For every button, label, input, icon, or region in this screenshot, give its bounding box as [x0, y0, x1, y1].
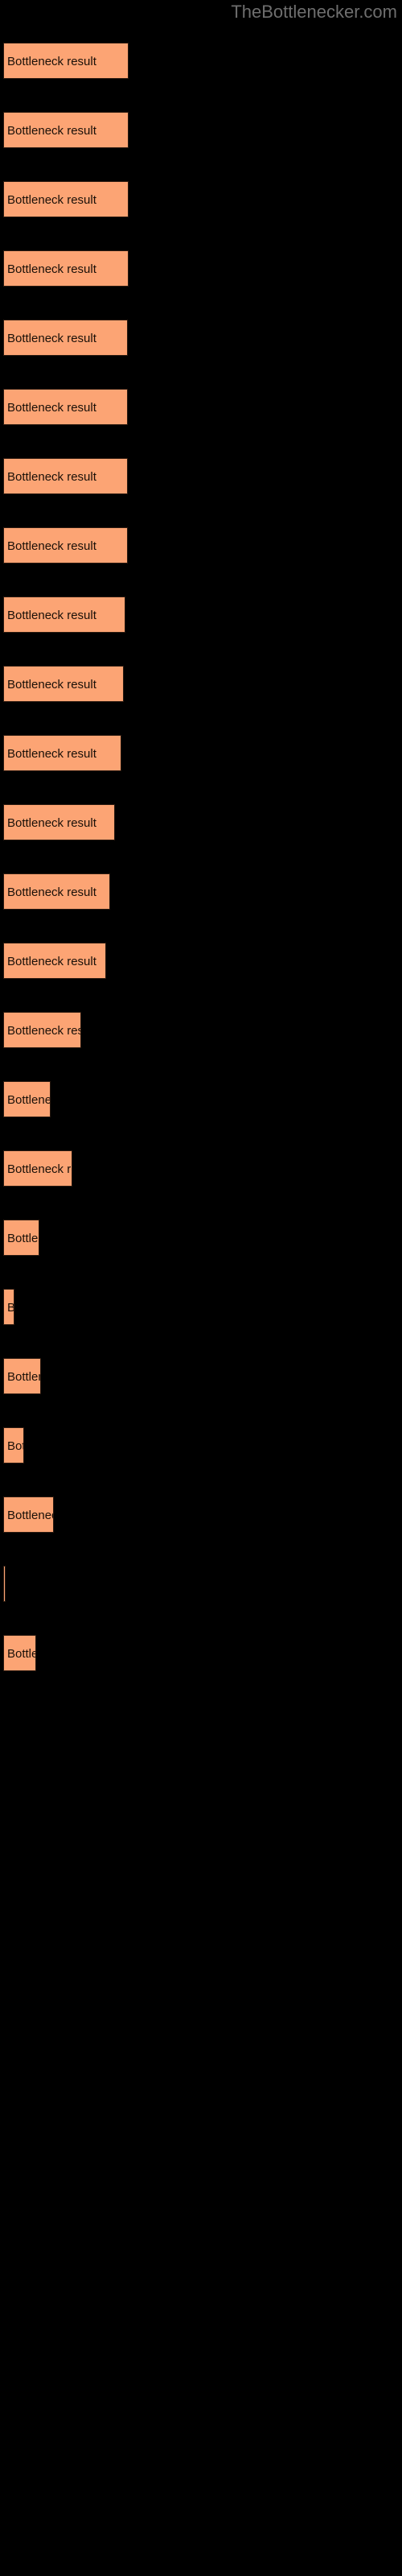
- bar-row: Bottleneck result: [3, 181, 129, 217]
- bar-label: Bottleneck result: [7, 678, 96, 691]
- bar-3[interactable]: Bottleneck result: [3, 181, 129, 217]
- bar-label: Bottleneck result: [7, 886, 96, 899]
- bar-18[interactable]: Bottleneck result: [3, 1220, 39, 1256]
- bar-row: Bottleneck result: [3, 112, 129, 148]
- bar-22[interactable]: Bottleneck result: [3, 1496, 54, 1533]
- bar-19[interactable]: Bottleneck result: [3, 1289, 14, 1325]
- bar-row: Bottleneck result: [3, 873, 110, 910]
- bar-label: Bottleneck result: [7, 1290, 14, 1324]
- bar-row: Bottleneck result: [3, 1081, 51, 1117]
- bottleneck-bar-chart: Bottleneck result Bottleneck result Bottle…: [0, 0, 402, 2576]
- bar-row: Bottleneck result: [3, 943, 106, 979]
- bar-2[interactable]: Bottleneck result: [3, 112, 129, 148]
- bar-row: Bottleneck result: [3, 597, 125, 633]
- bar-4[interactable]: Bottleneck result: [3, 250, 129, 287]
- bar-row: Bottleneck result: [3, 458, 128, 494]
- bar-9[interactable]: Bottleneck result: [3, 597, 125, 633]
- bar-13[interactable]: Bottleneck result: [3, 873, 110, 910]
- bar-21[interactable]: Bottleneck result: [3, 1427, 24, 1463]
- bar-label: Bottleneck result: [7, 609, 96, 622]
- bar-label: Bottleneck result: [7, 1232, 39, 1245]
- bar-row: Bottleneck result: [3, 1566, 6, 1602]
- bar-17[interactable]: Bottleneck result: [3, 1150, 72, 1187]
- bar-label: Bottleneck result: [7, 124, 96, 138]
- bar-label: Bottleneck result: [7, 747, 96, 761]
- bar-row: Bottleneck result: [3, 1635, 36, 1671]
- bar-15[interactable]: Bottleneck result: [3, 1012, 81, 1048]
- bar-label: Bottleneck result: [7, 1439, 23, 1453]
- bar-row: Bottleneck result: [3, 804, 115, 840]
- bar-16[interactable]: Bottleneck result: [3, 1081, 51, 1117]
- bar-10[interactable]: Bottleneck result: [3, 666, 124, 702]
- bar-label: Bottleneck result: [7, 193, 96, 207]
- bar-label: Bottleneck result: [7, 539, 96, 553]
- bar-label: Bottleneck result: [7, 401, 96, 415]
- bar-row: Bottleneck result: [3, 43, 129, 79]
- bar-11[interactable]: Bottleneck result: [3, 735, 121, 771]
- bar-row: Bottleneck result: [3, 527, 128, 564]
- bar-label: Bottleneck result: [7, 332, 96, 345]
- bar-24[interactable]: Bottleneck result: [3, 1635, 36, 1671]
- bar-label: Bottleneck result: [7, 1370, 40, 1384]
- bar-1[interactable]: Bottleneck result: [3, 43, 129, 79]
- bar-row: Bottleneck result: [3, 389, 128, 425]
- bar-6[interactable]: Bottleneck result: [3, 389, 128, 425]
- bar-label: Bottleneck result: [7, 1647, 35, 1661]
- bar-row: Bottleneck result: [3, 1150, 72, 1187]
- bar-8[interactable]: Bottleneck result: [3, 527, 128, 564]
- bar-label: Bottleneck result: [7, 470, 96, 484]
- bar-14[interactable]: Bottleneck result: [3, 943, 106, 979]
- bar-7[interactable]: Bottleneck result: [3, 458, 128, 494]
- bar-row: Bottleneck result: [3, 1496, 54, 1533]
- bar-row: Bottleneck result: [3, 1427, 24, 1463]
- bar-20[interactable]: Bottleneck result: [3, 1358, 41, 1394]
- bar-5[interactable]: Bottleneck result: [3, 320, 128, 356]
- bar-label: Bottleneck result: [7, 955, 96, 968]
- bar-row: Bottleneck result: [3, 1289, 14, 1325]
- bar-row: Bottleneck result: [3, 320, 128, 356]
- bar-row: Bottleneck result: [3, 1012, 81, 1048]
- bar-23[interactable]: Bottleneck result: [3, 1566, 6, 1602]
- bar-label: Bottleneck result: [7, 262, 96, 276]
- bar-row: Bottleneck result: [3, 1220, 39, 1256]
- bar-12[interactable]: Bottleneck result: [3, 804, 115, 840]
- bar-label: Bottleneck result: [7, 1162, 72, 1176]
- bar-label: Bottleneck result: [7, 1509, 53, 1522]
- bar-row: Bottleneck result: [3, 735, 121, 771]
- bar-row: Bottleneck result: [3, 250, 129, 287]
- bar-label: Bottleneck result: [7, 1093, 50, 1107]
- bar-label: Bottleneck result: [7, 1024, 80, 1038]
- bar-label: Bottleneck result: [7, 816, 96, 830]
- bar-row: Bottleneck result: [3, 1358, 41, 1394]
- bar-label: Bottleneck result: [7, 55, 96, 68]
- bar-row: Bottleneck result: [3, 666, 124, 702]
